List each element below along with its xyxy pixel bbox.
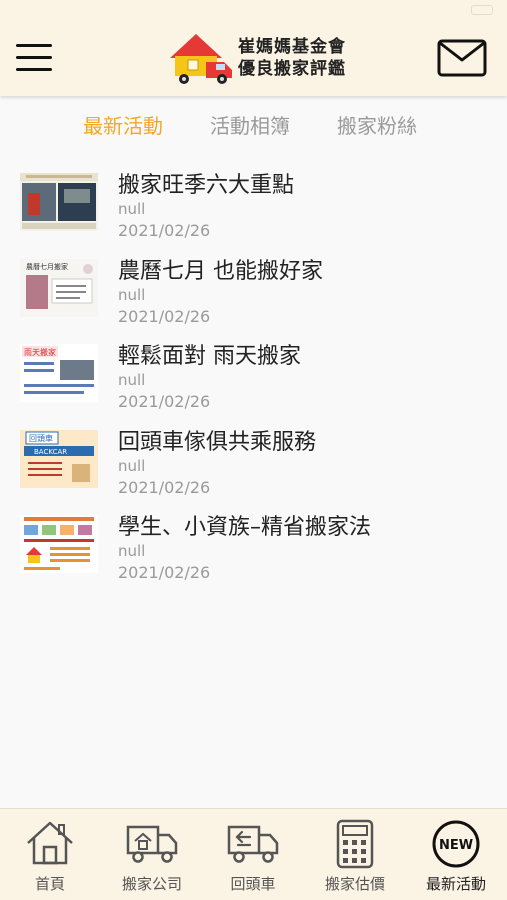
- logo-line-1: 崔媽媽基金會: [238, 37, 346, 57]
- house-truck-logo-icon: [170, 34, 232, 84]
- bottom-nav: 首頁 搬家公司 回頭車 搬家估價 NEW 最新活動: [0, 808, 507, 900]
- article-title: 搬家旺季六大重點: [118, 173, 295, 198]
- battery-icon: [471, 5, 493, 15]
- nav-moving-estimate[interactable]: 搬家估價: [305, 809, 405, 900]
- article-date: 2021/02/26: [118, 306, 211, 326]
- article-list: 搬家旺季六大重點 null 2021/02/26 農曆七月搬家 農曆七月 也能搬…: [0, 165, 507, 593]
- mail-icon[interactable]: [436, 38, 488, 78]
- nav-return-truck[interactable]: 回頭車: [203, 809, 303, 900]
- logo-text: 崔媽媽基金會 優良搬家評鑑: [238, 36, 346, 80]
- thumb-caption: 雨天搬家: [24, 347, 56, 357]
- article-thumbnail: [20, 515, 98, 573]
- thumb-caption-backcar: BACKCAR: [34, 448, 67, 456]
- article-title: 學生、小資族–精省搬家法: [118, 515, 372, 540]
- home-icon: [27, 821, 73, 865]
- list-item[interactable]: 農曆七月搬家 農曆七月 也能搬好家 null 2021/02/26: [0, 251, 507, 337]
- list-item[interactable]: 回頭車 BACKCAR 回頭車傢俱共乘服務 null 2021/02/26: [0, 422, 507, 508]
- article-date: 2021/02/26: [118, 392, 211, 411]
- nav-label: 搬家估價: [324, 875, 385, 893]
- app-logo: 崔媽媽基金會 優良搬家評鑑: [166, 32, 356, 86]
- list-item[interactable]: 搬家旺季六大重點 null 2021/02/26: [0, 165, 507, 251]
- list-item[interactable]: 雨天搬家 輕鬆面對 雨天搬家 null 2021/02/26: [0, 336, 507, 422]
- article-date: 2021/02/26: [118, 477, 211, 497]
- nav-label: 最新活動: [425, 875, 486, 893]
- status-bar: [0, 0, 507, 20]
- nav-latest-activities[interactable]: NEW 最新活動: [406, 809, 506, 900]
- article-date: 2021/02/26: [118, 563, 211, 582]
- calculator-icon: [336, 819, 374, 869]
- segment-tabs: 最新活動 活動相簿 搬家粉絲: [0, 104, 507, 144]
- tab-activity-album[interactable]: 活動相簿: [210, 110, 290, 139]
- article-thumbnail: [20, 173, 98, 231]
- app-header: 崔媽媽基金會 優良搬家評鑑: [0, 20, 507, 96]
- logo-line-2: 優良搬家評鑑: [238, 59, 346, 79]
- article-subtitle: null: [118, 200, 146, 218]
- article-thumbnail: 回頭車 BACKCAR: [20, 429, 98, 488]
- article-subtitle: null: [118, 285, 146, 304]
- new-badge-icon: NEW: [432, 820, 480, 868]
- article-date: 2021/02/26: [118, 221, 211, 240]
- thumb-caption: 農曆七月搬家: [26, 262, 68, 271]
- nav-label: 首頁: [34, 875, 65, 893]
- nav-label: 搬家公司: [121, 875, 182, 893]
- return-truck-icon: [227, 825, 279, 863]
- tab-latest-activities[interactable]: 最新活動: [83, 110, 163, 139]
- svg-text:NEW: NEW: [439, 838, 473, 853]
- thumb-caption: 回頭車: [29, 433, 53, 443]
- article-title: 輕鬆面對 雨天搬家: [118, 344, 301, 369]
- list-item[interactable]: 學生、小資族–精省搬家法 null 2021/02/26: [0, 507, 507, 593]
- article-subtitle: null: [118, 542, 146, 560]
- moving-truck-icon: [126, 825, 178, 863]
- nav-moving-company[interactable]: 搬家公司: [102, 809, 202, 900]
- article-thumbnail: 雨天搬家: [20, 344, 98, 402]
- article-subtitle: null: [118, 456, 146, 475]
- article-title: 農曆七月 也能搬好家: [118, 258, 323, 284]
- article-title: 回頭車傢俱共乘服務: [118, 429, 317, 455]
- article-subtitle: null: [118, 371, 146, 389]
- tab-moving-fans[interactable]: 搬家粉絲: [337, 110, 417, 139]
- nav-label: 回頭車: [230, 875, 276, 893]
- nav-home[interactable]: 首頁: [0, 809, 100, 900]
- article-thumbnail: 農曆七月搬家: [20, 258, 98, 317]
- hamburger-menu-icon[interactable]: [16, 40, 52, 76]
